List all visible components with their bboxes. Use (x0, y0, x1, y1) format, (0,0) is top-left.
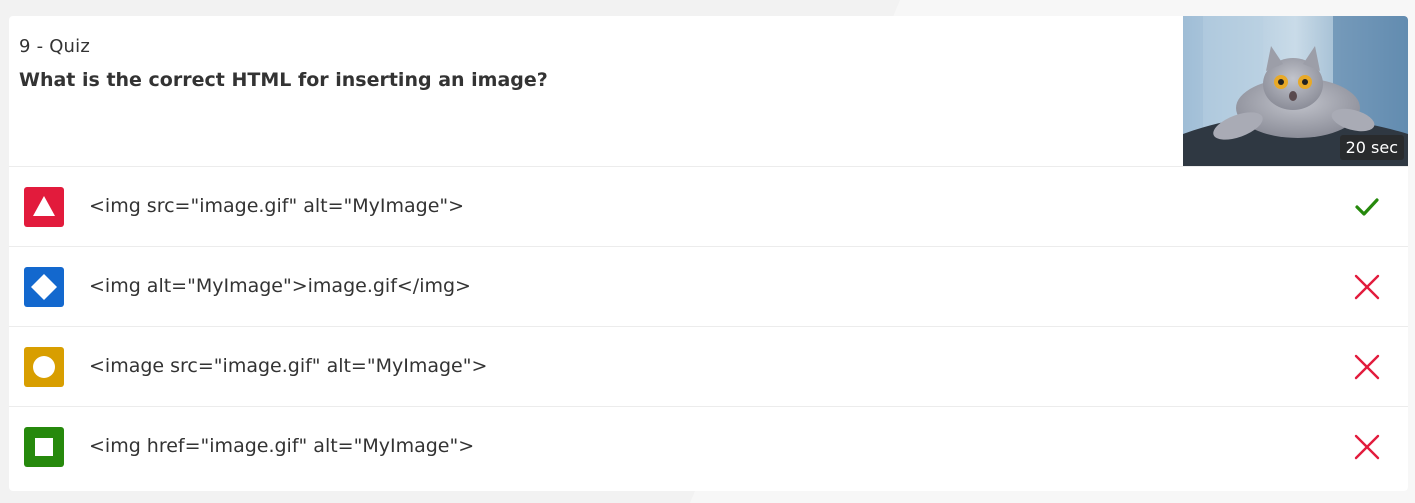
question-image: 20 sec (1183, 16, 1408, 166)
time-limit-badge: 20 sec (1339, 135, 1404, 160)
square-icon (24, 427, 64, 467)
correct-check-icon (1353, 193, 1381, 221)
incorrect-cross-icon (1353, 353, 1381, 381)
answer-option-3: <image src="image.gif" alt="MyImage"> (9, 327, 1408, 407)
incorrect-cross-icon (1353, 433, 1381, 461)
quiz-number-label: 9 - Quiz (19, 36, 91, 57)
diamond-icon (24, 267, 64, 307)
answer-option-2: <img alt="MyImage">image.gif</img> (9, 247, 1408, 327)
quiz-question-card: 9 - Quiz What is the correct HTML for in… (9, 16, 1408, 491)
answer-option-1: <img src="image.gif" alt="MyImage"> (9, 167, 1408, 247)
answer-text: <image src="image.gif" alt="MyImage"> (89, 355, 488, 377)
incorrect-cross-icon (1353, 273, 1381, 301)
triangle-icon (24, 187, 64, 227)
question-title: What is the correct HTML for inserting a… (19, 69, 548, 91)
answer-text: <img alt="MyImage">image.gif</img> (89, 275, 471, 297)
answer-option-4: <img href="image.gif" alt="MyImage"> (9, 407, 1408, 487)
answer-text: <img src="image.gif" alt="MyImage"> (89, 195, 465, 217)
answer-text: <img href="image.gif" alt="MyImage"> (89, 435, 475, 457)
answer-list: <img src="image.gif" alt="MyImage"> <img… (9, 167, 1408, 487)
circle-icon (24, 347, 64, 387)
question-header: 9 - Quiz What is the correct HTML for in… (9, 16, 1408, 167)
